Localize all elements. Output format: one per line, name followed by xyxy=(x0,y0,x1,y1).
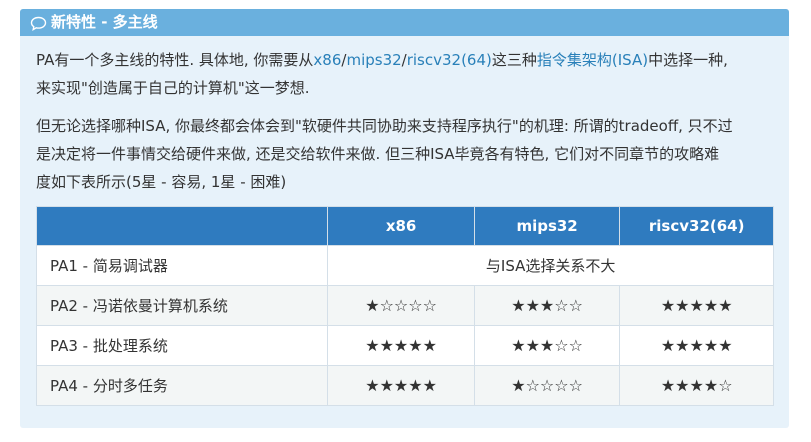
pa-name-cell: PA4 - 分时多任务 xyxy=(35,365,329,406)
riscv-rating: ★★★★☆ xyxy=(619,365,774,406)
link-x86[interactable]: x86 xyxy=(313,51,341,69)
speech-bubble-icon xyxy=(30,14,47,31)
x86-rating: ★★★★★ xyxy=(327,365,475,406)
table-row: PA1 - 简易调试器 与ISA选择关系不大 xyxy=(35,245,774,286)
intro-text-3: 中选择一种, xyxy=(648,51,728,69)
intro-text-4: 来实现"创造属于自己的计算机"这一梦想. xyxy=(36,79,310,97)
pa-name-cell: PA2 - 冯诺依曼计算机系统 xyxy=(35,285,329,326)
mips32-rating: ★★★☆☆ xyxy=(473,285,621,326)
difficulty-line-2: 是决定将一件事情交给硬件来做, 还是交给软件来做. 但三种ISA毕竟各有特色, … xyxy=(36,145,720,163)
riscv-rating: ★★★★★ xyxy=(619,325,774,366)
merged-cell: 与ISA选择关系不大 xyxy=(327,245,774,286)
callout-body: PA有一个多主线的特性. 具体地, 你需要从x86/mips32/riscv32… xyxy=(20,36,789,406)
mips32-rating: ★★★☆☆ xyxy=(473,325,621,366)
difficulty-paragraph: 但无论选择哪种ISA, 你最终都会体会到"软硬件共同协助来支持程序执行"的机理:… xyxy=(36,112,773,196)
difficulty-line-3: 度如下表所示(5星 - 容易, 1星 - 困难) xyxy=(36,173,287,191)
x86-rating: ★★★★★ xyxy=(327,325,475,366)
pa-name-cell: PA1 - 简易调试器 xyxy=(35,245,329,286)
intro-text-1: PA有一个多主线的特性. 具体地, 你需要从 xyxy=(36,51,314,69)
callout-title: 新特性 - 多主线 xyxy=(51,13,158,31)
mips32-rating: ★☆☆☆☆ xyxy=(473,365,621,406)
table-row: PA2 - 冯诺依曼计算机系统 ★☆☆☆☆ ★★★☆☆ ★★★★★ xyxy=(35,285,774,326)
pa-name-cell: PA3 - 批处理系统 xyxy=(35,325,329,366)
header-riscv: riscv32(64) xyxy=(619,206,774,246)
table-header-row: x86 mips32 riscv32(64) xyxy=(35,206,774,246)
x86-rating: ★☆☆☆☆ xyxy=(327,285,475,326)
difficulty-table: x86 mips32 riscv32(64) PA1 - 简易调试器 与ISA选… xyxy=(35,206,774,406)
riscv-rating: ★★★★★ xyxy=(619,285,774,326)
header-x86: x86 xyxy=(327,206,475,246)
intro-text-2: 这三种 xyxy=(491,51,537,69)
header-empty xyxy=(35,206,329,246)
intro-paragraph: PA有一个多主线的特性. 具体地, 你需要从x86/mips32/riscv32… xyxy=(36,46,773,102)
callout-header: 新特性 - 多主线 xyxy=(20,9,789,36)
table-row: PA3 - 批处理系统 ★★★★★ ★★★☆☆ ★★★★★ xyxy=(35,325,774,366)
link-mips32[interactable]: mips32 xyxy=(346,51,401,69)
link-riscv[interactable]: riscv32(64) xyxy=(407,51,492,69)
header-mips32: mips32 xyxy=(473,206,621,246)
difficulty-line-1: 但无论选择哪种ISA, 你最终都会体会到"软硬件共同协助来支持程序执行"的机理:… xyxy=(36,117,733,135)
link-isa[interactable]: 指令集架构(ISA) xyxy=(537,51,648,69)
feature-callout: 新特性 - 多主线 PA有一个多主线的特性. 具体地, 你需要从x86/mips… xyxy=(20,9,789,428)
table-row: PA4 - 分时多任务 ★★★★★ ★☆☆☆☆ ★★★★☆ xyxy=(35,365,774,406)
